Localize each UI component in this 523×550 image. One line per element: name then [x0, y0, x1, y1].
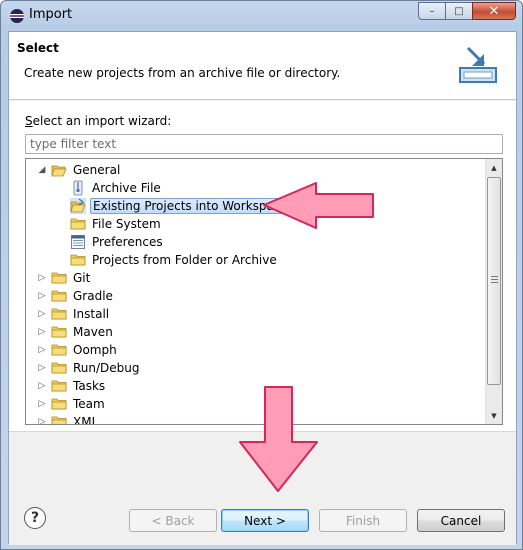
tree-item-general[interactable]: ◢ General: [26, 161, 486, 179]
tree-item-label: Preferences: [92, 235, 163, 249]
tree-item-label: Maven: [73, 325, 113, 339]
folder-icon: [51, 398, 67, 410]
scroll-down-icon[interactable]: ▼: [486, 407, 502, 424]
wizard-header: Select Create new projects from an archi…: [9, 32, 516, 100]
minimize-button[interactable]: –: [418, 2, 445, 20]
collapsed-chevron-icon[interactable]: ▷: [36, 398, 48, 410]
folder-icon: [51, 308, 67, 320]
tree-item-label: File System: [92, 217, 161, 231]
archive-file-icon: [73, 180, 83, 196]
close-button[interactable]: ✕: [472, 2, 516, 20]
import-wizard-icon: [459, 46, 497, 83]
folder-icon: [70, 218, 86, 230]
expanded-chevron-icon[interactable]: ◢: [36, 164, 48, 176]
tree-item-run-debug[interactable]: ▷ Run/Debug: [26, 359, 486, 377]
folder-icon: [51, 326, 67, 338]
folder-icon: [51, 344, 67, 356]
wizard-list-label: Select an import wizard:: [25, 114, 171, 128]
cancel-button-label: Cancel: [440, 513, 482, 528]
tree-item-gradle[interactable]: ▷ Gradle: [26, 287, 486, 305]
collapsed-chevron-icon[interactable]: ▷: [36, 380, 48, 392]
tree-item-label: Run/Debug: [73, 361, 140, 375]
folder-icon: [70, 254, 86, 266]
dialog-client-area: Select Create new projects from an archi…: [8, 31, 517, 545]
wizard-tree[interactable]: ◢ General Archive File Existing Projects in…: [25, 158, 503, 425]
tree-item-label: Install: [73, 307, 110, 321]
help-icon: ?: [30, 510, 40, 526]
tree-item-label: Existing Projects into Workspace: [90, 198, 291, 214]
eclipse-icon: [10, 9, 24, 23]
finish-button[interactable]: Finish: [319, 509, 407, 532]
tree-item-label: Archive File: [92, 181, 161, 195]
back-button-label: < Back: [151, 513, 195, 528]
collapsed-chevron-icon[interactable]: ▷: [36, 344, 48, 356]
folder-open-icon: [51, 165, 67, 177]
back-button[interactable]: < Back: [129, 509, 217, 532]
tree-rows: ◢ General Archive File Existing Projects in…: [26, 161, 486, 425]
tree-item-file-system[interactable]: File System: [26, 215, 486, 233]
vertical-scrollbar[interactable]: ▲ ▼: [485, 159, 502, 424]
collapsed-chevron-icon[interactable]: ▷: [36, 326, 48, 338]
button-bar: ? < Back Next > Finish Cancel: [9, 431, 516, 545]
preferences-icon: [71, 235, 85, 249]
maximize-button[interactable]: □: [445, 2, 472, 20]
tree-item-label: General: [73, 163, 121, 177]
tree-item-oomph[interactable]: ▷ Oomph: [26, 341, 486, 359]
close-icon: ✕: [488, 3, 500, 19]
window-title: Import: [29, 7, 73, 22]
tree-item-team[interactable]: ▷ Team: [26, 395, 486, 413]
tree-item-install[interactable]: ▷ Install: [26, 305, 486, 323]
collapsed-chevron-icon[interactable]: ▷: [36, 308, 48, 320]
title-bar[interactable]: Import – □ ✕: [1, 1, 522, 31]
help-button[interactable]: ?: [24, 507, 46, 529]
mnemonic-s: S: [25, 114, 33, 128]
import-dialog-window: Import – □ ✕ Select Create new projects …: [0, 0, 523, 550]
tree-item-label: Oomph: [73, 343, 117, 357]
window-controls: – □ ✕: [418, 2, 516, 22]
collapsed-chevron-icon[interactable]: ▷: [36, 272, 48, 284]
folder-icon: [51, 290, 67, 302]
folder-icon: [51, 380, 67, 392]
projects-folder-icon: [70, 198, 86, 214]
filter-input[interactable]: [25, 134, 503, 154]
tree-item-tasks[interactable]: ▷ Tasks: [26, 377, 486, 395]
minimize-icon: –: [429, 5, 435, 17]
collapsed-chevron-icon[interactable]: ▷: [36, 290, 48, 302]
folder-icon: [51, 362, 67, 374]
tree-item-label: Gradle: [73, 289, 113, 303]
tree-item-archive-file[interactable]: Archive File: [26, 179, 486, 197]
tree-item-preferences[interactable]: Preferences: [26, 233, 486, 251]
tree-item-label: Team: [73, 397, 105, 411]
finish-button-label: Finish: [345, 513, 381, 528]
folder-icon: [51, 272, 67, 284]
cancel-button[interactable]: Cancel: [417, 509, 505, 532]
next-button[interactable]: Next >: [221, 509, 309, 532]
tree-item-label: Tasks: [73, 379, 106, 393]
scroll-grip: [491, 276, 498, 284]
tree-item-git[interactable]: ▷ Git: [26, 269, 486, 287]
scroll-thumb[interactable]: [487, 177, 501, 385]
tree-item-label: Projects from Folder or Archive: [92, 253, 277, 267]
wizard-body: Select an import wizard: ◢ General Archive…: [9, 101, 516, 431]
collapsed-chevron-icon[interactable]: ▷: [36, 416, 48, 424]
page-description: Create new projects from an archive file…: [24, 66, 341, 80]
wizard-list-label-text: elect an import wizard:: [32, 114, 172, 128]
collapsed-chevron-icon[interactable]: ▷: [36, 362, 48, 374]
page-title: Select: [17, 41, 59, 55]
tree-item-label: Git: [73, 271, 91, 285]
folder-icon: [51, 416, 67, 424]
next-button-label: Next >: [244, 513, 286, 528]
tree-item-projects-from-folder-or-archive[interactable]: Projects from Folder or Archive: [26, 251, 486, 269]
tree-item-maven[interactable]: ▷ Maven: [26, 323, 486, 341]
tree-item-existing-projects-into-workspace[interactable]: Existing Projects into Workspace: [26, 197, 486, 215]
tree-item-xml[interactable]: ▷ XML: [26, 413, 486, 425]
tree-item-label: XML: [73, 415, 99, 425]
scroll-up-icon[interactable]: ▲: [486, 159, 502, 176]
maximize-icon: □: [454, 5, 464, 17]
